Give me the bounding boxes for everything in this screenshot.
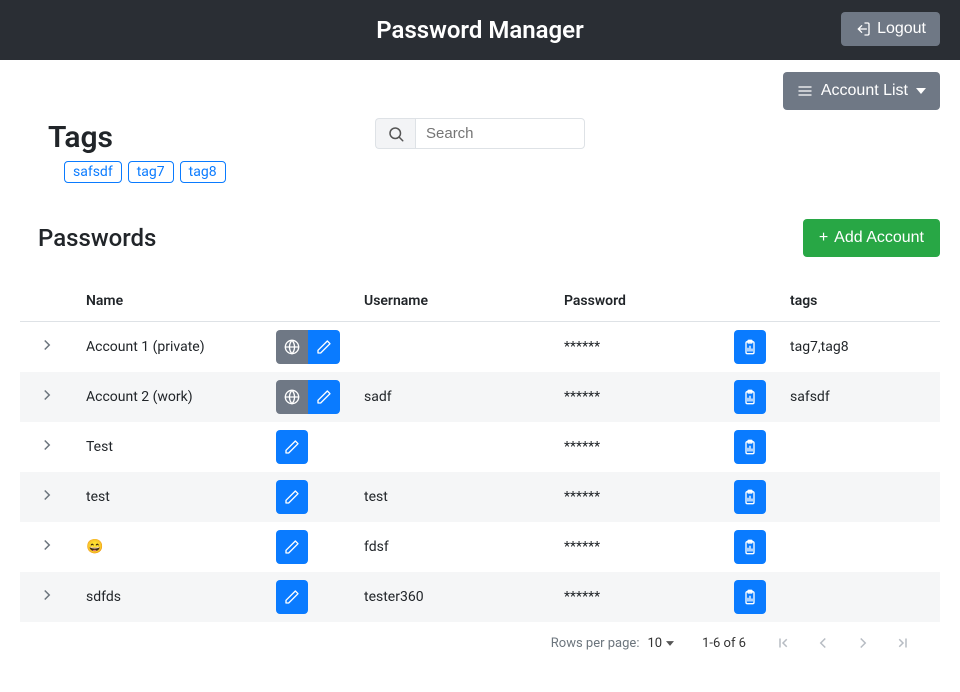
- row-password: ******: [564, 389, 600, 405]
- expand-row-button[interactable]: [32, 586, 62, 604]
- app-title: Password Manager: [376, 16, 583, 44]
- pagination: Rows per page: 10 1-6 of 6: [20, 622, 940, 652]
- row-name: test: [86, 489, 110, 505]
- rows-per-page-select[interactable]: 10: [647, 636, 674, 651]
- page-prev-icon[interactable]: [814, 634, 832, 652]
- rows-per-page-label: Rows per page:: [551, 636, 640, 651]
- logout-button[interactable]: Logout: [841, 12, 940, 46]
- expand-row-button[interactable]: [32, 386, 62, 404]
- subbar: Account List: [0, 60, 960, 110]
- clipboard-chart-icon: [742, 439, 758, 455]
- menu-icon: [797, 83, 813, 99]
- table-row: 😄 fdsf ******: [20, 522, 940, 572]
- col-header-name[interactable]: Name: [74, 281, 264, 322]
- password-stats-button[interactable]: [734, 330, 766, 364]
- account-list-label: Account List: [821, 82, 908, 100]
- logout-label: Logout: [877, 20, 926, 38]
- expand-row-button[interactable]: [32, 486, 62, 504]
- chevron-right-icon: [38, 586, 56, 604]
- search-icon: [375, 118, 415, 149]
- password-stats-button[interactable]: [734, 430, 766, 464]
- tag-safsdf[interactable]: safsdf: [64, 161, 122, 183]
- table-row: Test ******: [20, 422, 940, 472]
- chevron-right-icon: [38, 386, 56, 404]
- row-name: Account 1 (private): [86, 339, 205, 355]
- chevron-right-icon: [38, 536, 56, 554]
- app-header: Password Manager Logout: [0, 0, 960, 60]
- edit-button[interactable]: [308, 380, 340, 414]
- add-account-label: Add Account: [834, 229, 924, 247]
- page-next-icon[interactable]: [854, 634, 872, 652]
- clipboard-chart-icon: [742, 589, 758, 605]
- row-password: ******: [564, 439, 600, 455]
- row-username: tester360: [364, 589, 424, 605]
- col-header-tags[interactable]: tags: [778, 281, 940, 322]
- search-input[interactable]: [415, 118, 585, 149]
- password-stats-button[interactable]: [734, 480, 766, 514]
- open-url-button[interactable]: [276, 330, 308, 364]
- pencil-icon: [284, 489, 300, 505]
- expand-row-button[interactable]: [32, 436, 62, 454]
- row-name: Test: [86, 439, 113, 455]
- page-last-icon[interactable]: [894, 634, 912, 652]
- clipboard-chart-icon: [742, 539, 758, 555]
- row-username: sadf: [364, 389, 392, 405]
- clipboard-chart-icon: [742, 339, 758, 355]
- edit-button[interactable]: [276, 480, 308, 514]
- add-account-button[interactable]: + Add Account: [803, 219, 940, 257]
- clipboard-chart-icon: [742, 489, 758, 505]
- pencil-icon: [284, 439, 300, 455]
- page-first-icon[interactable]: [774, 634, 792, 652]
- plus-icon: +: [819, 230, 828, 246]
- row-password: ******: [564, 489, 600, 505]
- row-username: test: [364, 489, 388, 505]
- globe-icon: [284, 389, 300, 405]
- table-row: Account 2 (work) sadf ****** safsdf: [20, 372, 940, 422]
- row-name: sdfds: [86, 589, 121, 605]
- pagination-range: 1-6 of 6: [702, 636, 746, 651]
- tags-row: safsdf tag7 tag8: [64, 161, 940, 183]
- edit-button[interactable]: [276, 530, 308, 564]
- tag-tag8[interactable]: tag8: [180, 161, 226, 183]
- password-stats-button[interactable]: [734, 580, 766, 614]
- pencil-icon: [284, 539, 300, 555]
- col-header-password[interactable]: Password: [552, 281, 722, 322]
- caret-down-icon: [916, 86, 926, 96]
- row-password: ******: [564, 539, 600, 555]
- password-stats-button[interactable]: [734, 530, 766, 564]
- logout-icon: [855, 21, 871, 37]
- table-row: test test ******: [20, 472, 940, 522]
- pencil-icon: [284, 589, 300, 605]
- pencil-icon: [316, 339, 332, 355]
- passwords-heading: Passwords: [38, 224, 156, 252]
- table-row: sdfds tester360 ******: [20, 572, 940, 622]
- row-tags: tag7,tag8: [790, 339, 849, 355]
- edit-button[interactable]: [276, 580, 308, 614]
- open-url-button[interactable]: [276, 380, 308, 414]
- row-name: 😄: [86, 539, 103, 555]
- row-password: ******: [564, 589, 600, 605]
- chevron-right-icon: [38, 486, 56, 504]
- tag-tag7[interactable]: tag7: [128, 161, 174, 183]
- passwords-table: Name Username Password tags Account 1 (p…: [20, 281, 940, 622]
- chevron-right-icon: [38, 336, 56, 354]
- clipboard-chart-icon: [742, 389, 758, 405]
- row-name: Account 2 (work): [86, 389, 193, 405]
- globe-icon: [284, 339, 300, 355]
- edit-button[interactable]: [308, 330, 340, 364]
- expand-row-button[interactable]: [32, 536, 62, 554]
- row-password: ******: [564, 339, 600, 355]
- password-stats-button[interactable]: [734, 380, 766, 414]
- row-username: fdsf: [364, 539, 389, 555]
- search-box: [375, 118, 585, 149]
- table-row: Account 1 (private) ****** tag7,tag8: [20, 322, 940, 373]
- row-tags: safsdf: [790, 389, 830, 405]
- pencil-icon: [316, 389, 332, 405]
- account-list-dropdown[interactable]: Account List: [783, 72, 940, 110]
- col-header-username[interactable]: Username: [352, 281, 552, 322]
- expand-row-button[interactable]: [32, 336, 62, 354]
- edit-button[interactable]: [276, 430, 308, 464]
- chevron-right-icon: [38, 436, 56, 454]
- main-container: Tags safsdftag7tag8 Passwords + Add Acco…: [0, 120, 960, 692]
